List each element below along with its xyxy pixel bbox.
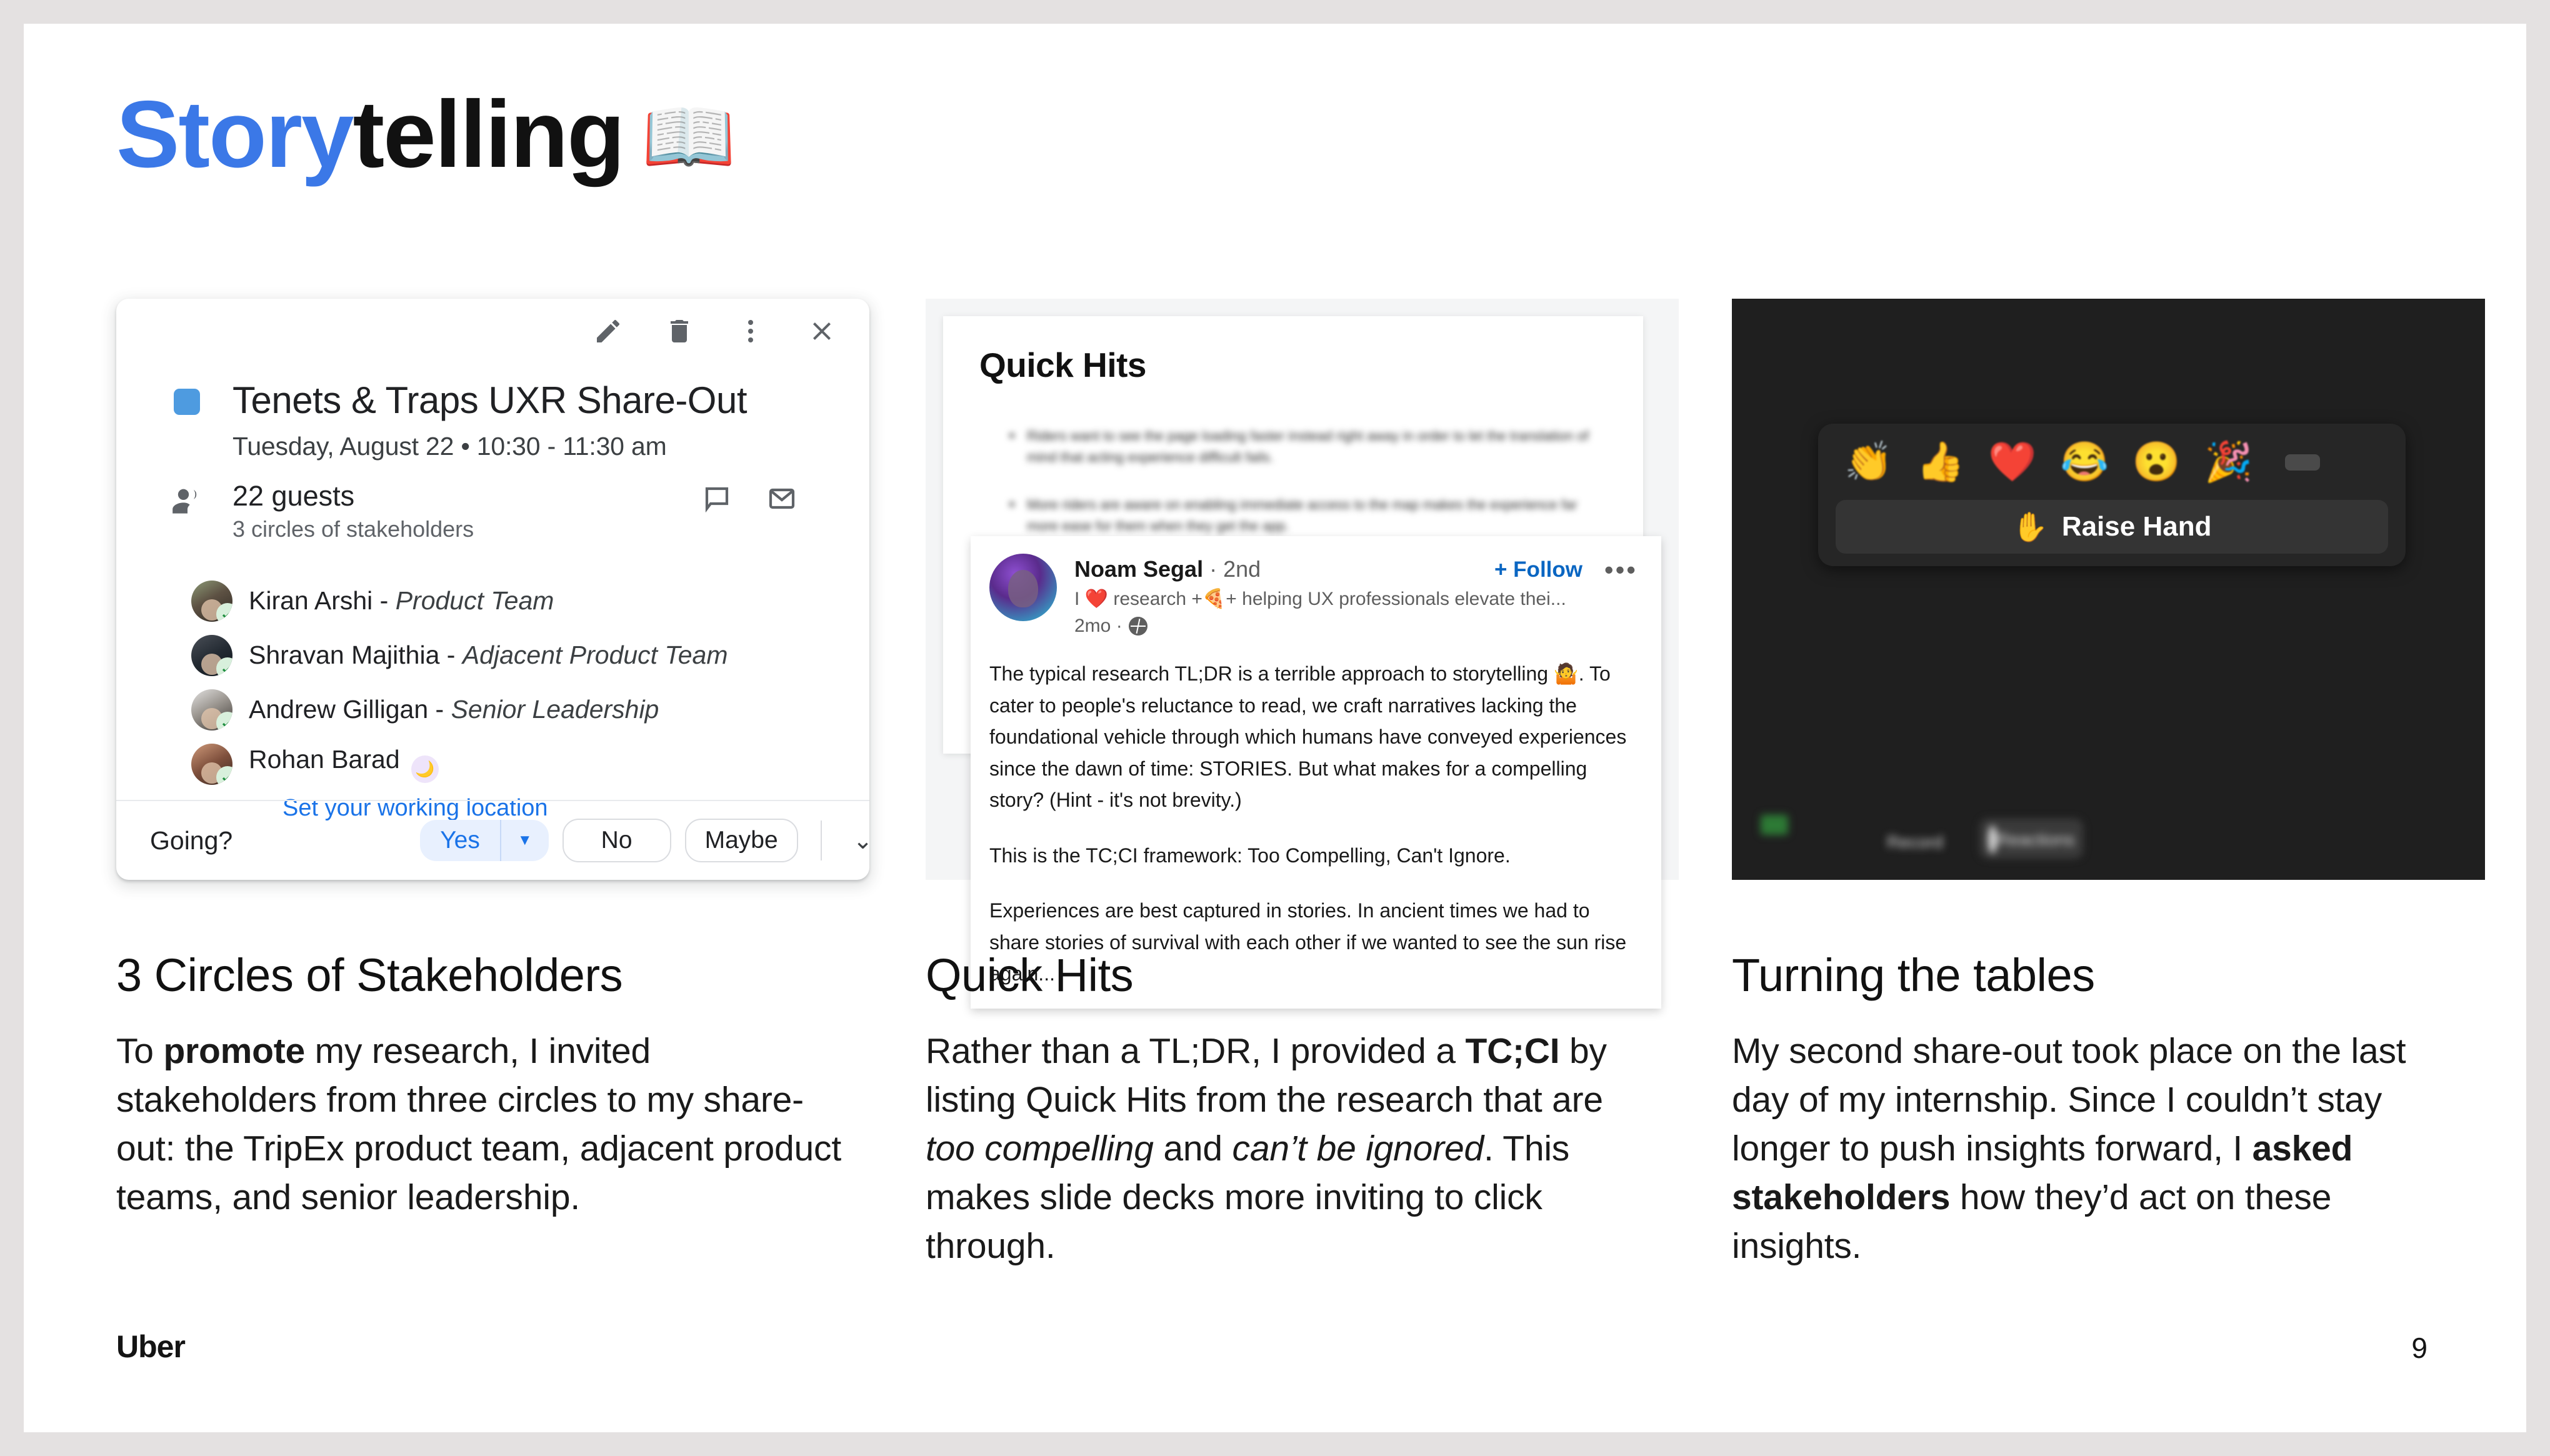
- event-title: Tenets & Traps UXR Share-Out: [232, 379, 748, 421]
- more-options-icon[interactable]: [736, 316, 766, 346]
- list-item[interactable]: Kiran Arshi - Product Team: [191, 574, 844, 628]
- record-button[interactable]: Record: [1863, 832, 1967, 852]
- record-label: Record: [1886, 832, 1944, 852]
- joy-face-icon[interactable]: 😂: [2061, 443, 2109, 482]
- guest-role: Product Team: [395, 586, 554, 615]
- page-title-accent: Story: [116, 81, 354, 187]
- guest-list: Kiran Arshi - Product Team Shravan Majit…: [191, 574, 844, 821]
- guests-subtitle: 3 circles of stakeholders: [232, 516, 474, 542]
- globe-icon: [1128, 617, 1148, 636]
- people-icon: [171, 484, 204, 516]
- list-item[interactable]: Rohan Barad 🌙: [191, 737, 844, 791]
- email-icon[interactable]: [767, 484, 797, 517]
- guest-name: Shravan Majithia - Adjacent Product Team: [249, 641, 728, 669]
- guest-name: Andrew Gilligan - Senior Leadership: [249, 695, 659, 724]
- guests-count: 22 guests: [232, 480, 355, 512]
- slide-deck-screenshot: Quick Hits Riders want to see the page l…: [926, 299, 1679, 1009]
- linkedin-post-card: Noam Segal · 2nd I ❤️ research +🍕+ helpi…: [971, 536, 1661, 1009]
- raise-hand-label: Raise Hand: [2061, 511, 2212, 542]
- avatar: [191, 634, 232, 676]
- close-icon[interactable]: [807, 316, 837, 346]
- zoom-meeting-screenshot: 👏 👍 ❤️ 😂 😮 🎉 ✋ Raise Hand Record Reactio…: [1732, 299, 2485, 880]
- do-not-disturb-moon-icon: 🌙: [411, 755, 439, 784]
- rsvp-no-button[interactable]: No: [562, 819, 671, 862]
- follow-button[interactable]: + Follow: [1494, 557, 1582, 582]
- rsvp-footer: Going? Yes ▼ No Maybe ⌄: [116, 800, 869, 880]
- column-body: Rather than a TL;DR, I provided a TC;CI …: [926, 1031, 1607, 1267]
- guest-action-icons: [702, 484, 797, 517]
- reactions-button[interactable]: Reactions: [1979, 819, 2083, 859]
- page-title: Storytelling 📖: [116, 83, 736, 186]
- linkedin-post-body: The typical research TL;DR is a terrible…: [989, 658, 1642, 990]
- chevron-down-icon[interactable]: ▼: [501, 832, 549, 849]
- reactions-label: Reactions: [1996, 830, 2075, 849]
- clap-icon[interactable]: 👏: [1844, 443, 1892, 482]
- calendar-card-actions: [593, 316, 837, 346]
- page-number: 9: [2411, 1332, 2428, 1364]
- zoom-emoji-row: 👏 👍 ❤️ 😂 😮 🎉: [1818, 427, 2406, 497]
- event-color-swatch: [174, 389, 200, 415]
- column-heading: Turning the tables: [1732, 949, 2095, 1001]
- event-datetime: Tuesday, August 22 • 10:30 - 11:30 am: [232, 432, 667, 461]
- linkedin-post-paragraph: This is the TC;CI framework: Too Compell…: [989, 844, 1511, 867]
- avatar: [191, 743, 232, 785]
- brand-logo: Uber: [116, 1329, 186, 1364]
- rsvp-yes-group[interactable]: Yes ▼: [420, 820, 549, 861]
- column-heading: 3 Circles of Stakeholders: [116, 949, 623, 1001]
- edit-icon[interactable]: [593, 316, 623, 346]
- heart-icon[interactable]: ❤️: [1988, 443, 2036, 482]
- rsvp-yes-button[interactable]: Yes: [420, 827, 500, 854]
- avatar: [191, 689, 232, 730]
- expand-chevron-down-icon[interactable]: ⌄: [844, 827, 869, 855]
- list-item[interactable]: Andrew Gilligan - Senior Leadership: [191, 682, 844, 737]
- linkedin-connection-degree: · 2nd: [1203, 556, 1261, 582]
- linkedin-post-paragraph: The typical research TL;DR is a terrible…: [989, 662, 1627, 812]
- more-options-icon[interactable]: •••: [1604, 555, 1638, 585]
- slide-canvas: Storytelling 📖 Tenets & Traps UXR Share-…: [24, 24, 2526, 1432]
- status-badge: [1761, 815, 1788, 835]
- open-mouth-face-icon[interactable]: 😮: [2132, 443, 2181, 482]
- thumbs-up-icon[interactable]: 👍: [1916, 443, 1964, 482]
- guest-role: Senior Leadership: [451, 695, 659, 724]
- column-heading: Quick Hits: [926, 949, 1134, 1001]
- calendar-event-summary: Tenets & Traps UXR Share-Out Tuesday, Au…: [151, 379, 844, 461]
- linkedin-post-time: 2mo ·: [1074, 616, 1566, 637]
- column-body: My second share-out took place on the la…: [1732, 1031, 2406, 1267]
- delete-icon[interactable]: [664, 316, 694, 346]
- chat-icon[interactable]: [702, 484, 732, 517]
- list-item: More riders are aware on enabling immedi…: [1006, 494, 1606, 537]
- rsvp-controls: Yes ▼ No Maybe ⌄: [420, 819, 869, 862]
- zoom-bottom-toolbar: Record Reactions: [1732, 736, 2485, 880]
- raise-hand-button[interactable]: ✋ Raise Hand: [1836, 500, 2388, 554]
- raised-hand-icon: ✋: [2012, 510, 2048, 543]
- list-item: Riders want to see the page loading fast…: [1006, 426, 1606, 468]
- guest-role: Adjacent Product Team: [462, 641, 728, 669]
- google-calendar-card: Tenets & Traps UXR Share-Out Tuesday, Au…: [116, 299, 869, 880]
- party-popper-icon[interactable]: 🎉: [2204, 443, 2252, 482]
- avatar: [989, 554, 1057, 621]
- reactions-icon: [1988, 825, 1997, 854]
- guest-name: Kiran Arshi - Product Team: [249, 586, 554, 615]
- linkedin-author-name: Noam Segal · 2nd: [1074, 556, 1261, 582]
- list-item[interactable]: Shravan Majithia - Adjacent Product Team: [191, 628, 844, 682]
- rsvp-question: Going?: [150, 825, 233, 855]
- zoom-reactions-popover: 👏 👍 ❤️ 😂 😮 🎉 ✋ Raise Hand: [1818, 424, 2406, 566]
- page-title-rest: telling: [352, 81, 626, 187]
- quick-hits-slide-title: Quick Hits: [979, 346, 1147, 384]
- guest-name: Rohan Barad 🌙: [249, 745, 439, 784]
- column-body: To promote my research, I invited stakeh…: [116, 1031, 841, 1218]
- guests-summary: 22 guests 3 circles of stakeholders: [151, 480, 844, 549]
- more-reactions-icon[interactable]: [2285, 454, 2321, 471]
- avatar: [191, 580, 232, 622]
- rsvp-maybe-button[interactable]: Maybe: [684, 819, 798, 862]
- linkedin-post-header: Noam Segal · 2nd I ❤️ research +🍕+ helpi…: [989, 554, 1642, 637]
- divider: [820, 820, 822, 860]
- linkedin-author-tagline: I ❤️ research +🍕+ helping UX professiona…: [1074, 589, 1566, 609]
- open-book-icon: 📖: [641, 94, 736, 179]
